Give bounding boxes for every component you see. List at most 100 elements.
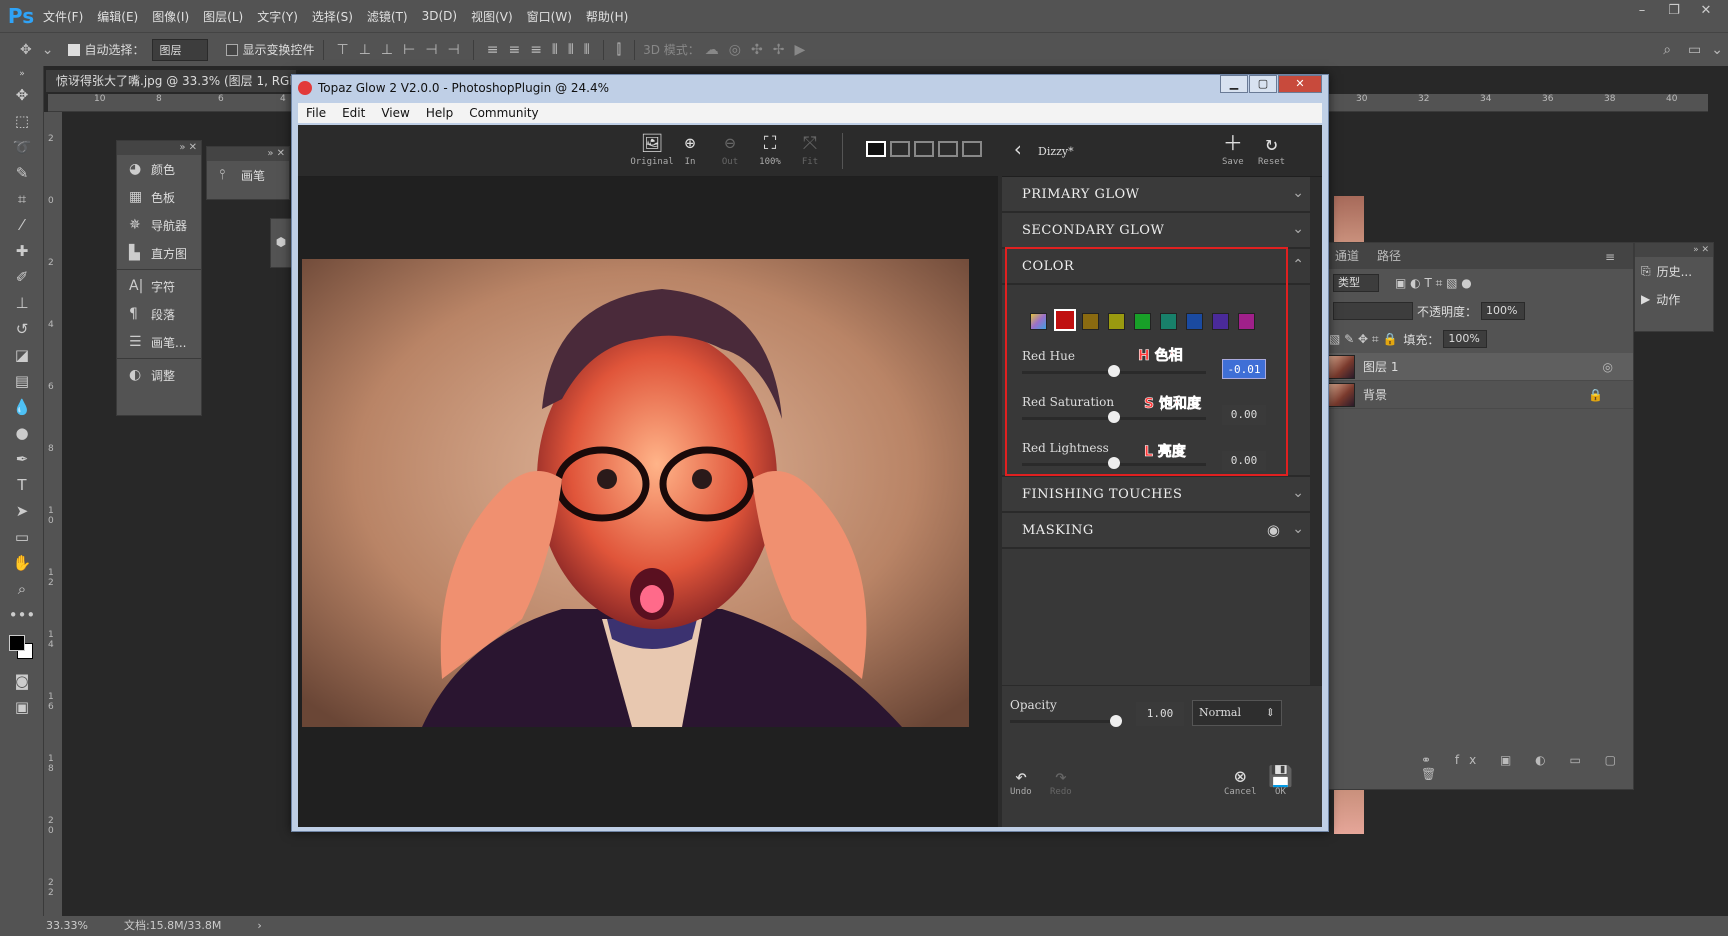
menu-3d[interactable]: 3D(D) bbox=[415, 9, 464, 23]
menu-file[interactable]: File bbox=[298, 106, 334, 120]
panel-paragraph[interactable]: ¶ 段落 bbox=[117, 300, 201, 328]
eyedropper-tool-icon[interactable]: ⁄ bbox=[0, 212, 44, 238]
section-secondary-glow[interactable]: SECONDARY GLOW ⌄ bbox=[1002, 213, 1322, 249]
screen-mode-icon[interactable]: ▣ bbox=[0, 694, 44, 720]
dodge-tool-icon[interactable]: ● bbox=[0, 420, 44, 446]
menu-select[interactable]: 选择(S) bbox=[305, 8, 360, 25]
move-tool-icon[interactable]: ✥ bbox=[20, 42, 32, 58]
menu-community[interactable]: Community bbox=[461, 106, 546, 120]
close-icon[interactable]: ✕ bbox=[1278, 75, 1322, 93]
layer-row[interactable]: 背景 🔒 bbox=[1321, 381, 1633, 409]
zoom-in-button[interactable]: ⊕ In bbox=[668, 133, 712, 167]
maximize-icon[interactable]: ▢ bbox=[1249, 75, 1277, 93]
zoom-level[interactable]: 33.33% bbox=[46, 916, 88, 936]
section-finishing-touches[interactable]: FINISHING TOUCHES ⌄ bbox=[1002, 477, 1322, 513]
gradient-tool-icon[interactable]: ▤ bbox=[0, 368, 44, 394]
panel-actions[interactable]: ▶ 动作 bbox=[1635, 285, 1713, 313]
lock-icons[interactable]: ▧ ✎ ✥ ⌗ 🔒 bbox=[1329, 332, 1397, 347]
align-left-icon[interactable]: ⊢ bbox=[403, 42, 415, 58]
back-arrow-icon[interactable]: ‹ bbox=[1012, 139, 1024, 159]
menu-file[interactable]: 文件(F) bbox=[36, 8, 90, 25]
eye-icon[interactable]: ◉ bbox=[1267, 521, 1280, 539]
menu-help[interactable]: 帮助(H) bbox=[579, 8, 635, 25]
zoom-100-button[interactable]: ⛶ 100% bbox=[748, 133, 792, 167]
zoom-out-button[interactable]: ⊖ Out bbox=[708, 133, 752, 167]
panel-collapse-icon[interactable]: » ✕ bbox=[1635, 243, 1713, 257]
search-icon[interactable]: ⌕ bbox=[1663, 42, 1671, 58]
crop-tool-icon[interactable]: ⌗ bbox=[0, 186, 44, 212]
panel-navigator[interactable]: ✵ 导航器 bbox=[117, 211, 201, 239]
blend-mode-dropdown[interactable] bbox=[1333, 302, 1413, 320]
type-tool-icon[interactable]: T bbox=[0, 472, 44, 498]
align-vcenter-icon[interactable]: ⊥ bbox=[359, 42, 371, 58]
view-stacked-icon[interactable] bbox=[962, 141, 982, 157]
menu-edit[interactable]: 编辑(E) bbox=[90, 8, 145, 25]
restore-icon[interactable]: ❐ bbox=[1658, 0, 1690, 24]
opacity-input[interactable]: 1.00 bbox=[1136, 702, 1184, 726]
panel-character[interactable]: A| 字符 bbox=[117, 272, 201, 300]
panel-adjustments[interactable]: ◐ 调整 bbox=[117, 361, 201, 389]
smart-filter-icon[interactable]: ◎ bbox=[1603, 360, 1613, 374]
view-side-by-side-icon[interactable] bbox=[938, 141, 958, 157]
distribute-left-icon[interactable]: ⫴ bbox=[552, 42, 558, 58]
panel-menu-icon[interactable]: ≡ bbox=[1605, 250, 1615, 264]
menu-type[interactable]: 文字(Y) bbox=[250, 8, 305, 25]
auto-align-icon[interactable]: ⫿ bbox=[617, 42, 621, 58]
chevron-right-icon[interactable]: › bbox=[257, 916, 261, 936]
workspace-icon[interactable]: ▭ bbox=[1688, 42, 1701, 58]
menu-help[interactable]: Help bbox=[418, 106, 461, 120]
brush-tool-icon[interactable]: ✐ bbox=[0, 264, 44, 290]
panel-brush-presets[interactable]: ☰ 画笔... bbox=[117, 328, 201, 356]
scale-3d-icon[interactable]: ▶ bbox=[794, 42, 805, 58]
move-tool-icon[interactable]: ✥ bbox=[0, 82, 44, 108]
cube-icon[interactable]: ⬢ bbox=[271, 235, 291, 249]
view-split-horizontal-icon[interactable] bbox=[914, 141, 934, 157]
panel-history[interactable]: ⎘ 历史... bbox=[1635, 257, 1713, 285]
fit-button[interactable]: ⤧ Fit bbox=[788, 133, 832, 167]
align-top-icon[interactable]: ⊤ bbox=[337, 42, 349, 58]
minimize-icon[interactable]: ▁ bbox=[1220, 75, 1248, 93]
quick-select-tool-icon[interactable]: ✎ bbox=[0, 160, 44, 186]
preview-area[interactable] bbox=[298, 177, 998, 827]
topaz-titlebar[interactable]: Topaz Glow 2 V2.0.0 - PhotoshopPlugin @ … bbox=[292, 75, 1328, 101]
slider-knob[interactable] bbox=[1110, 715, 1122, 727]
show-transform-checkbox[interactable] bbox=[226, 43, 239, 56]
blend-mode-select[interactable]: Normal ⇕ bbox=[1192, 700, 1282, 726]
more-tools-icon[interactable]: ••• bbox=[0, 602, 44, 628]
quick-mask-icon[interactable]: ◙ bbox=[0, 668, 44, 694]
cancel-button[interactable]: ⊗ Cancel bbox=[1224, 765, 1257, 797]
slide-3d-icon[interactable]: ✢ bbox=[773, 42, 785, 58]
panel-collapse-icon[interactable]: » ✕ bbox=[207, 147, 289, 161]
fill-input[interactable]: 100% bbox=[1443, 330, 1488, 348]
view-split-vertical-icon[interactable] bbox=[890, 141, 910, 157]
align-right-icon[interactable]: ⊣ bbox=[448, 42, 460, 58]
blur-tool-icon[interactable]: 💧 bbox=[0, 394, 44, 420]
section-masking[interactable]: MASKING ◉ ⌄ bbox=[1002, 513, 1322, 549]
menu-view[interactable]: 视图(V) bbox=[464, 8, 520, 25]
minimize-icon[interactable]: – bbox=[1626, 0, 1658, 24]
panel-brush[interactable]: ⫯ 画笔 bbox=[207, 161, 289, 189]
distribute-top-icon[interactable]: ≡ bbox=[487, 42, 499, 58]
auto-select-dropdown[interactable]: 图层 bbox=[152, 38, 209, 61]
orbit-3d-icon[interactable]: ☁ bbox=[705, 42, 719, 58]
menu-view[interactable]: View bbox=[373, 106, 417, 120]
panel-scrollbar[interactable] bbox=[1310, 177, 1322, 685]
preview-image[interactable] bbox=[302, 259, 969, 727]
panel-color[interactable]: ◕ 颜色 bbox=[117, 155, 201, 183]
align-bottom-icon[interactable]: ⊥ bbox=[381, 42, 393, 58]
marquee-tool-icon[interactable]: ⬚ bbox=[0, 108, 44, 134]
panel-histogram[interactable]: ▙ 直方图 bbox=[117, 239, 201, 267]
hand-tool-icon[interactable]: ✋ bbox=[0, 550, 44, 576]
reset-button[interactable]: ↻ Reset bbox=[1258, 133, 1285, 167]
history-brush-tool-icon[interactable]: ↺ bbox=[0, 316, 44, 342]
panel-collapse-icon[interactable]: » ✕ bbox=[117, 141, 201, 155]
color-swatches-icon[interactable] bbox=[0, 628, 44, 668]
layer-actions-icons[interactable]: ⚭ fx ▣ ◐ ▭ ▢ 🗑 bbox=[1421, 753, 1633, 781]
section-primary-glow[interactable]: PRIMARY GLOW ⌄ bbox=[1002, 177, 1322, 213]
document-tab[interactable]: 惊讶得张大了嘴.jpg @ 33.3% (图层 1, RGB/ bbox=[46, 70, 296, 92]
redo-button[interactable]: ↷ Redo bbox=[1050, 765, 1072, 797]
stamp-tool-icon[interactable]: ⊥ bbox=[0, 290, 44, 316]
layer-row[interactable]: 图层 1 ◎ bbox=[1321, 353, 1633, 381]
collapse-icon[interactable]: » bbox=[0, 66, 44, 82]
chevron-down-icon[interactable]: ⌄ bbox=[42, 42, 54, 58]
